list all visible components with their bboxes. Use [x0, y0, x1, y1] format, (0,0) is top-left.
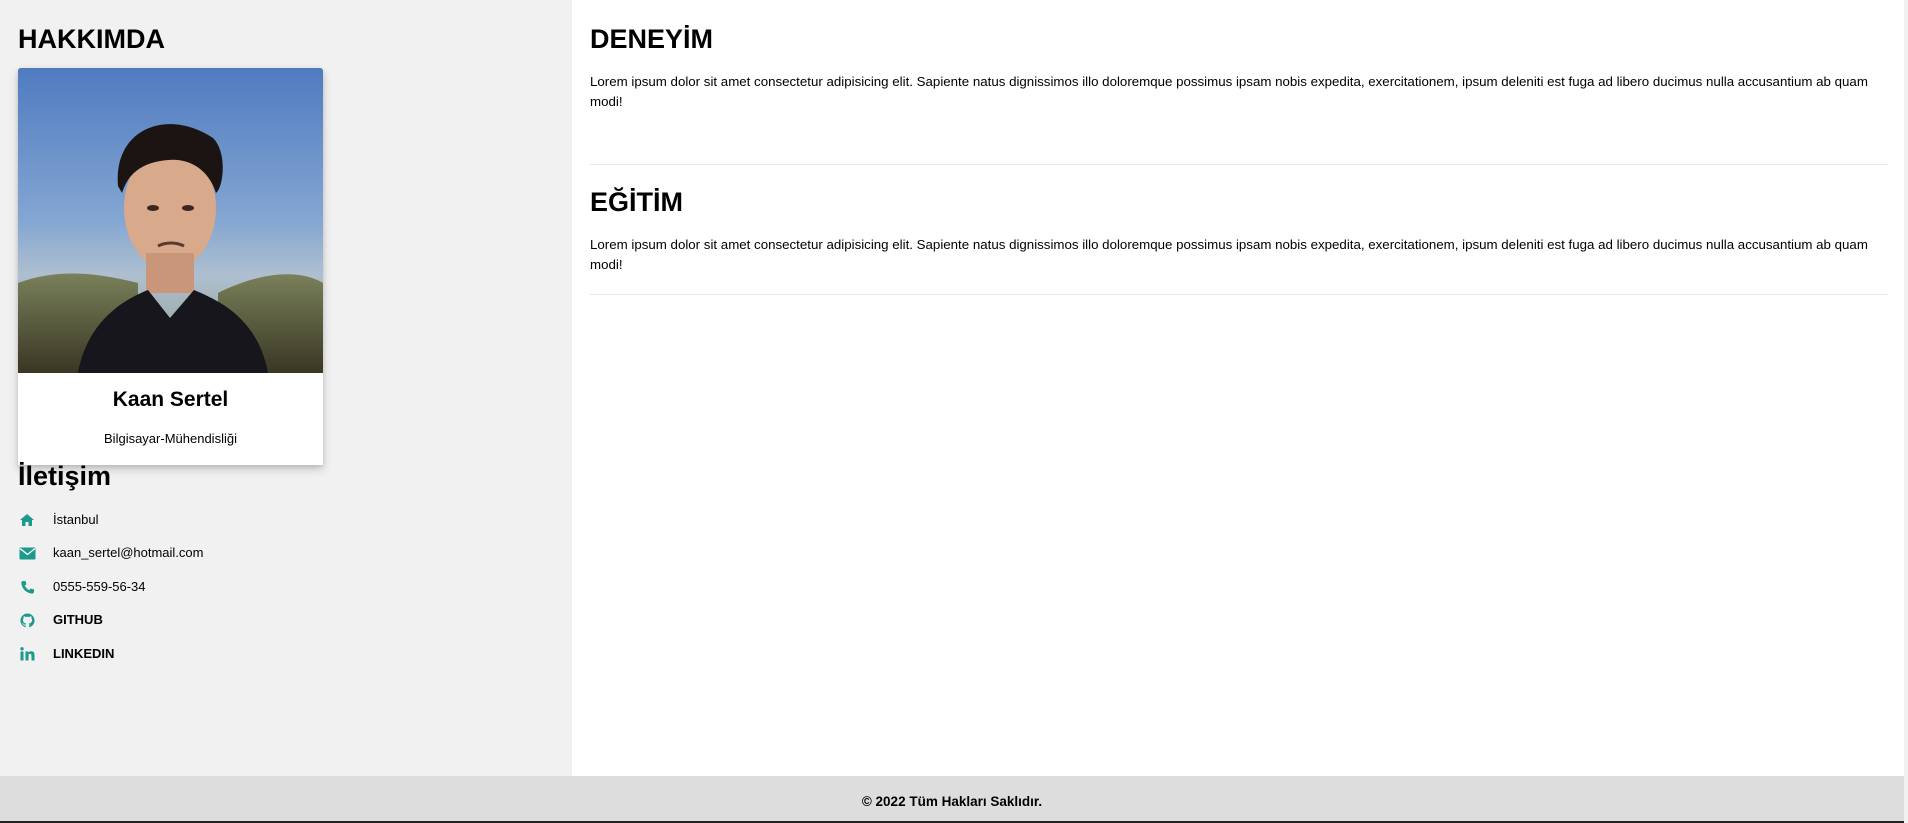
experience-heading: DENEYİM	[590, 24, 714, 54]
right-edge	[1904, 0, 1908, 823]
contact-item-github[interactable]: GITHUB	[18, 609, 103, 631]
footer-copyright: © 2022 Tüm Hakları Saklıdır.	[861, 794, 1043, 809]
home-icon	[18, 511, 36, 529]
main-content: DENEYİM Lorem ipsum dolor sit amet conse…	[572, 0, 1904, 776]
contact-location-text: İstanbul	[53, 512, 99, 527]
contact-phone-text: 0555-559-56-34	[53, 579, 146, 594]
education-text: Lorem ipsum dolor sit amet consectetur a…	[590, 237, 1868, 272]
contact-item-phone: 0555-559-56-34	[18, 576, 146, 598]
contact-item-location: İstanbul	[18, 509, 99, 531]
profile-name: Kaan Sertel	[112, 388, 229, 411]
about-heading: HAKKIMDA	[18, 24, 165, 54]
contact-item-email: kaan_sertel@hotmail.com	[18, 542, 203, 564]
linkedin-icon	[18, 645, 36, 663]
profile-card: Kaan Sertel Bilgisayar-Mühendisliği	[18, 68, 323, 465]
page: HAKKIMDA Kaan Sertel Bilgisayar-Mühendis…	[0, 0, 1908, 823]
experience-divider	[590, 164, 1888, 165]
education-divider	[590, 294, 1888, 295]
experience-text: Lorem ipsum dolor sit amet consectetur a…	[590, 74, 1868, 109]
phone-icon	[18, 578, 36, 596]
github-link[interactable]: GITHUB	[53, 611, 103, 629]
profile-photo-illustration	[18, 68, 323, 373]
contact-heading: İletişim	[18, 461, 112, 491]
education-heading: EĞİTİM	[590, 187, 683, 217]
profile-title: Bilgisayar-Mühendisliği	[104, 431, 237, 446]
linkedin-link[interactable]: LINKEDIN	[53, 645, 114, 663]
github-icon	[18, 611, 36, 629]
contact-email-text: kaan_sertel@hotmail.com	[53, 545, 204, 560]
contact-item-linkedin[interactable]: LINKEDIN	[18, 643, 114, 665]
footer: © 2022 Tüm Hakları Saklıdır.	[0, 776, 1904, 821]
profile-photo	[18, 68, 323, 373]
envelope-icon	[18, 544, 36, 562]
sidebar: HAKKIMDA Kaan Sertel Bilgisayar-Mühendis…	[0, 0, 572, 776]
